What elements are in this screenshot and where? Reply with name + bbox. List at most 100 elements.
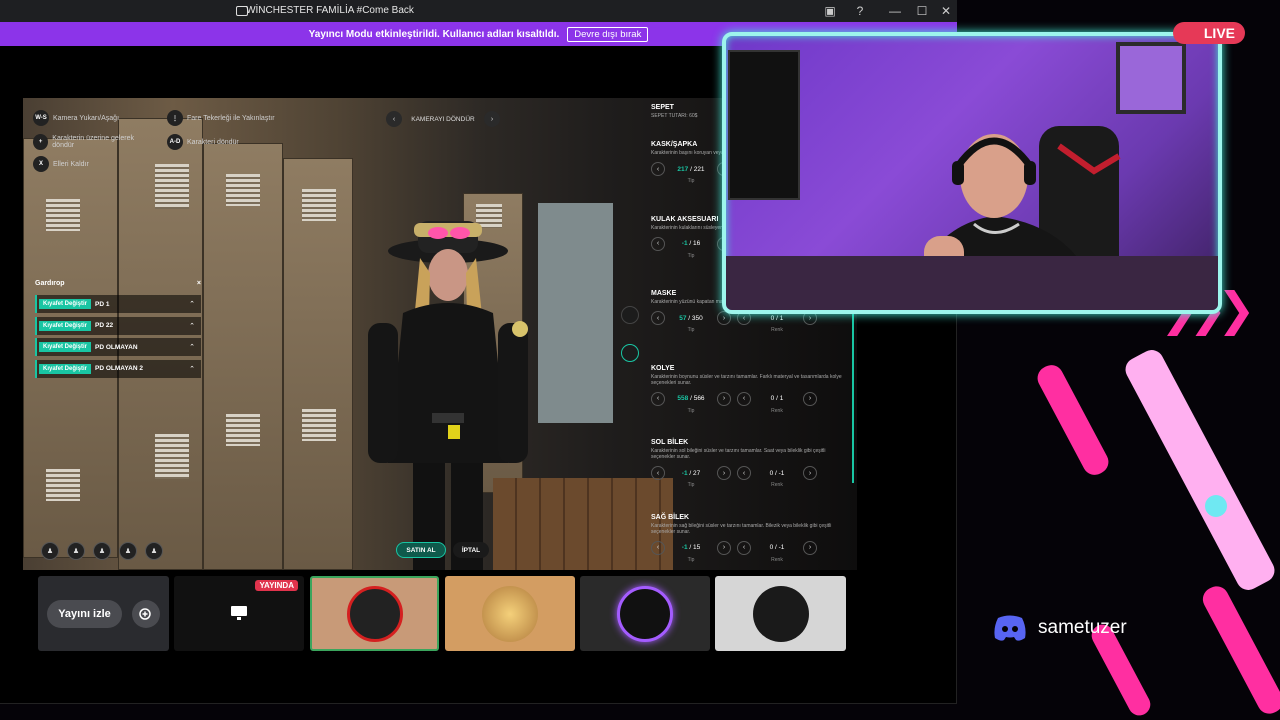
- section-desc: Karakterinin sol bileğini süsler ve tarz…: [651, 448, 826, 460]
- pose-icon[interactable]: ♟: [41, 542, 59, 560]
- avatar: [482, 585, 538, 642]
- chevron-right-icon[interactable]: ›: [717, 540, 731, 555]
- hat-icon[interactable]: [621, 306, 639, 324]
- key-badge: W-S: [33, 110, 49, 126]
- wardrobe-item[interactable]: Kıyafet Değiştir PD OLMAYAN ⌃: [35, 338, 201, 356]
- section-title: SOL BİLEK: [651, 439, 689, 446]
- type-selector: ‹ -1 / 27 › ‹ 0 / -1 ›: [651, 466, 851, 480]
- screen-icon[interactable]: ▣: [817, 0, 843, 22]
- participant-tile[interactable]: [715, 576, 846, 651]
- chevron-left-icon[interactable]: ‹: [651, 311, 665, 325]
- type-value: 217 / 221: [677, 165, 705, 173]
- locker: [283, 158, 353, 570]
- wardrobe-item[interactable]: Kıyafet Değiştir PD OLMAYAN 2 ⌃: [35, 359, 201, 378]
- chevron-right-icon[interactable]: ›: [483, 111, 500, 127]
- chevron-up-icon[interactable]: ⌃: [189, 300, 195, 308]
- type-label: Tip: [687, 407, 695, 414]
- chevron-right-icon[interactable]: ›: [717, 466, 731, 480]
- close-button[interactable]: ✕: [933, 0, 959, 22]
- chevron-left-icon[interactable]: ‹: [651, 391, 665, 406]
- wardrobe-title: Gardırop: [35, 280, 65, 287]
- help-icon[interactable]: ?: [847, 0, 873, 22]
- outfit-name: PD OLMAYAN 2: [95, 365, 143, 372]
- outfit-name: PD 1: [95, 300, 110, 308]
- pose-icon[interactable]: ♟: [93, 542, 111, 560]
- desk: [726, 256, 1218, 310]
- key-badge: X: [33, 156, 49, 172]
- chevron-right-icon[interactable]: ›: [803, 540, 817, 555]
- rotate-camera-label: KAMERAYI DÖNDÜR: [411, 115, 475, 123]
- locker: [203, 143, 283, 570]
- chevron-right-icon[interactable]: ›: [803, 466, 817, 480]
- chevron-right-icon[interactable]: ›: [717, 391, 731, 406]
- type-value: -1 / 15: [681, 544, 701, 551]
- stream-tile[interactable]: YAYINDA: [174, 576, 304, 651]
- outfit-name: PD OLMAYAN: [95, 343, 138, 351]
- chevron-up-icon[interactable]: ⌃: [189, 322, 195, 330]
- chevron-up-icon[interactable]: ⌃: [189, 365, 195, 373]
- type-label: Tip: [687, 482, 695, 488]
- chevron-left-icon[interactable]: ‹: [737, 466, 751, 480]
- pose-icon[interactable]: ♟: [119, 542, 137, 560]
- shop-section: SOL BİLEK Karakterinin sol bileğini süsl…: [651, 439, 851, 514]
- watch-stream-button[interactable]: Yayını izle: [47, 599, 122, 628]
- watch-stream-tile: Yayını izle: [38, 576, 169, 651]
- discord-handle: sametuzer: [992, 614, 1127, 642]
- door: [538, 203, 613, 423]
- hud-hint: A-D Karakteri döndür: [167, 134, 239, 150]
- buy-button[interactable]: SATIN AL: [396, 542, 446, 558]
- neon-stripe: [1033, 360, 1113, 480]
- participant-tile[interactable]: [310, 576, 439, 651]
- avatar: [752, 585, 809, 642]
- chevron-left-icon[interactable]: ‹: [737, 391, 751, 406]
- shop-section: KOLYE Karakterinin boynunu süsler ve tar…: [651, 365, 851, 440]
- neon-dot: [1205, 495, 1227, 517]
- chevron-left-icon[interactable]: ‹: [651, 236, 665, 251]
- hud-hint-label: Fare Tekerleği ile Yakınlaştır: [187, 114, 275, 122]
- texture-label: Renk: [771, 482, 783, 488]
- section-title: SAĞ BİLEK: [651, 513, 690, 521]
- glasses-icon[interactable]: [621, 344, 639, 362]
- participant-tile[interactable]: [580, 576, 710, 651]
- chevron-left-icon[interactable]: ‹: [651, 466, 665, 480]
- change-outfit-tag[interactable]: Kıyafet Değiştir: [39, 363, 92, 374]
- hud-hint: + Karakterin üzerine gelerek döndür: [33, 134, 153, 150]
- wardrobe-item[interactable]: Kıyafet Değiştir PD 22 ⌃: [35, 316, 201, 335]
- wardrobe-item[interactable]: Kıyafet Değiştir PD 1 ⌃: [35, 295, 201, 313]
- hud-hint: W-S Kamera Yukarı/Aşağı: [33, 110, 119, 126]
- chevron-right-icon[interactable]: ›: [803, 391, 817, 406]
- add-stream-icon[interactable]: [131, 599, 160, 628]
- live-indicator: LIVE: [1173, 22, 1245, 44]
- texture-value: 0 / -1: [769, 544, 785, 551]
- chevron-left-icon[interactable]: ‹: [386, 111, 402, 127]
- chevron-left-icon[interactable]: ‹: [651, 540, 665, 555]
- pose-icons: ♟ ♟ ♟ ♟ ♟: [41, 542, 163, 560]
- change-outfit-tag[interactable]: Kıyafet Değiştir: [39, 320, 92, 331]
- key-badge: ⋮: [167, 110, 183, 126]
- key-badge: +: [33, 134, 49, 150]
- chevron-left-icon[interactable]: ‹: [651, 162, 665, 176]
- key-badge: A-D: [167, 134, 183, 150]
- change-outfit-tag[interactable]: Kıyafet Değiştir: [39, 342, 92, 352]
- avatar: [617, 585, 673, 642]
- chevron-left-icon[interactable]: ‹: [737, 540, 751, 555]
- type-value: 57 / 350: [679, 314, 703, 322]
- webcam-overlay: [722, 32, 1222, 314]
- participant-tile[interactable]: [445, 576, 575, 651]
- maximize-button[interactable]: ☐: [909, 0, 935, 22]
- chevron-up-icon[interactable]: ⌃: [189, 343, 195, 351]
- type-label: Tip: [687, 252, 695, 259]
- disable-streamer-mode-button[interactable]: Devre dışı bırak: [567, 26, 649, 42]
- wardrobe-close-icon[interactable]: ×: [197, 280, 201, 287]
- pose-icon[interactable]: ♟: [67, 542, 85, 560]
- cancel-button[interactable]: İPTAL: [453, 542, 489, 558]
- type-label: Tip: [687, 178, 695, 184]
- hud-hint: ⋮ Fare Tekerleği ile Yakınlaştır: [167, 110, 287, 126]
- player-character: [368, 221, 528, 570]
- change-outfit-tag[interactable]: Kıyafet Değiştir: [39, 299, 92, 309]
- minimize-button[interactable]: —: [882, 0, 908, 22]
- rotate-camera-control[interactable]: ‹ KAMERAYI DÖNDÜR ›: [386, 110, 500, 128]
- texture-label: Renk: [771, 407, 783, 414]
- window-title: WİNCHESTER FAMİLİA #Come Back: [246, 5, 414, 16]
- pose-icon[interactable]: ♟: [145, 542, 163, 560]
